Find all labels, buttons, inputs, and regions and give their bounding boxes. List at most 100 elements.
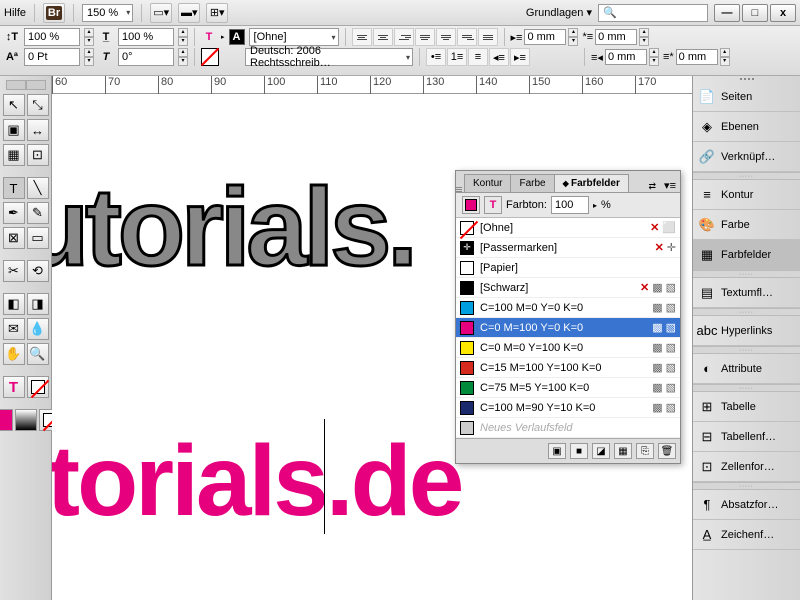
selection-tool[interactable]: ↖ (3, 94, 25, 116)
tool-misc-1[interactable]: ▦ (3, 144, 25, 166)
zoom-tool[interactable]: 🔍 (27, 343, 49, 365)
justify-left-button[interactable] (415, 28, 435, 46)
justify-center-button[interactable] (436, 28, 456, 46)
swatch-row[interactable]: C=0 M=0 Y=100 K=0▩▧ (456, 338, 680, 358)
swatch-footer-button[interactable]: ◪ (592, 443, 610, 459)
no-list-button[interactable]: ≡ (468, 48, 488, 66)
panel-item-ebenen[interactable]: ◈Ebenen (693, 112, 800, 142)
scissors-tool[interactable]: ✂ (3, 260, 25, 282)
justify-all-button[interactable] (478, 28, 498, 46)
swatches-list[interactable]: [Ohne]✕⬜✛[Passermarken]✕✛[Papier][Schwar… (456, 218, 680, 438)
gradient-tool[interactable]: ◧ (3, 293, 25, 315)
pen-tool[interactable]: ✒ (3, 202, 25, 224)
gradient-feather-tool[interactable]: ◨ (27, 293, 49, 315)
panel-expand-arrows[interactable]: ⇄ (645, 181, 661, 192)
panel-item-zellenfor[interactable]: ⊡Zellenfor… (693, 452, 800, 482)
search-input[interactable]: 🔍 (598, 4, 708, 22)
swatch-footer-button[interactable]: ▦ (614, 443, 632, 459)
align-left-button[interactable] (352, 28, 372, 46)
swatch-row[interactable]: C=0 M=100 Y=0 K=0▩▧ (456, 318, 680, 338)
apply-gradient[interactable] (15, 409, 37, 431)
fill-color[interactable] (0, 409, 13, 431)
indent-right-input[interactable]: ≡◂0 mm▴▾ (591, 48, 659, 66)
direct-selection-tool[interactable]: ⤡ (27, 94, 49, 116)
vscale-input[interactable]: 100 % (24, 28, 80, 46)
swatches-panel[interactable]: KonturFarbeFarbfelder ⇄ ▾≡ T Farbton: 10… (455, 170, 681, 464)
outdent-button[interactable]: ◂≡ (489, 48, 509, 66)
pencil-tool[interactable]: ✎ (27, 202, 49, 224)
hscale-input[interactable]: 100 % (118, 28, 174, 46)
panel-item-tabellenf[interactable]: ⊟Tabellenf… (693, 422, 800, 452)
swatch-row[interactable]: C=100 M=90 Y=10 K=0▩▧ (456, 398, 680, 418)
type-tool[interactable]: T (3, 177, 25, 199)
align-right-button[interactable] (394, 28, 414, 46)
maximize-button[interactable]: □ (742, 4, 768, 22)
fill-dropdown[interactable]: [Ohne] (249, 28, 339, 46)
swatch-footer-button[interactable]: ■ (570, 443, 588, 459)
line-tool[interactable]: ╲ (27, 177, 49, 199)
indent-last-input[interactable]: ≡*0 mm▴▾ (663, 48, 730, 66)
skew-input[interactable]: 0° (118, 48, 174, 66)
workspace-dropdown[interactable]: Grundlagen ▾ (526, 6, 592, 19)
fill-formatting-text[interactable]: T (3, 376, 25, 398)
swatch-tab-farbe[interactable]: Farbe (510, 174, 554, 192)
arrange-button[interactable]: ⊞▾ (206, 3, 228, 23)
swatch-tab-farbfelder[interactable]: Farbfelder (554, 174, 629, 192)
baseline-input[interactable]: 0 Pt (24, 48, 80, 66)
note-tool[interactable]: ✉ (3, 318, 25, 340)
swatch-row[interactable]: [Papier] (456, 258, 680, 278)
panel-item-farbfelder[interactable]: ▦Farbfelder (693, 240, 800, 270)
eyedropper-tool[interactable]: 💧 (27, 318, 49, 340)
frame-tool[interactable]: ⊠ (3, 227, 25, 249)
swatch-footer-button[interactable]: 🗑 (658, 443, 676, 459)
panel-item-seiten[interactable]: 📄Seiten (693, 82, 800, 112)
zoom-dropdown[interactable]: 150 % (82, 4, 133, 22)
bullets-button[interactable]: •≡ (426, 48, 446, 66)
help-menu[interactable]: Hilfe (4, 7, 26, 19)
align-center-button[interactable] (373, 28, 393, 46)
numbering-button[interactable]: 1≡ (447, 48, 467, 66)
panel-item-tabelle[interactable]: ⊞Tabelle (693, 392, 800, 422)
swatch-row[interactable]: C=100 M=0 Y=0 K=0▩▧ (456, 298, 680, 318)
swap-fill-stroke[interactable] (27, 376, 49, 398)
text-fill-icon[interactable]: T (201, 29, 217, 45)
fill-proxy[interactable] (462, 196, 480, 214)
panel-item-absatzfor[interactable]: ¶Absatzfor… (693, 490, 800, 520)
horizontal-ruler[interactable]: 60708090100110120130140150160170 (52, 76, 692, 94)
minimize-button[interactable]: — (714, 4, 740, 22)
swatch-row[interactable]: [Ohne]✕⬜ (456, 218, 680, 238)
stroke-swatch[interactable] (201, 48, 219, 66)
panel-item-attribute[interactable]: ◐Attribute (693, 354, 800, 384)
panel-item-verknpf[interactable]: 🔗Verknüpf… (693, 142, 800, 172)
swatch-row[interactable]: ✛[Passermarken]✕✛ (456, 238, 680, 258)
text-object-pink[interactable]: itorials.de (52, 424, 461, 539)
swatch-row[interactable]: C=15 M=100 Y=100 K=0▩▧ (456, 358, 680, 378)
panel-item-farbe[interactable]: 🎨Farbe (693, 210, 800, 240)
indent-button[interactable]: ▸≡ (510, 48, 530, 66)
screen-mode-button[interactable]: ▬▾ (178, 3, 200, 23)
gap-tool[interactable]: ↔ (27, 119, 49, 141)
view-mode-button[interactable]: ▭▾ (150, 3, 172, 23)
swatch-footer-button[interactable]: ⎘ (636, 443, 654, 459)
rectangle-tool[interactable]: ▭ (27, 227, 49, 249)
panel-item-kontur[interactable]: ≡Kontur (693, 180, 800, 210)
tint-input[interactable]: 100 (551, 196, 589, 214)
swatch-tab-kontur[interactable]: Kontur (464, 174, 511, 192)
bridge-button[interactable]: Br (43, 3, 65, 23)
char-color-button[interactable]: A (229, 29, 245, 45)
panel-item-hyperlinks[interactable]: abcHyperlinks (693, 316, 800, 346)
tool-misc-2[interactable]: ⊡ (27, 144, 49, 166)
hand-tool[interactable]: ✋ (3, 343, 25, 365)
panel-menu-button[interactable]: ▾≡ (660, 179, 680, 192)
swatch-row[interactable]: C=75 M=5 Y=100 K=0▩▧ (456, 378, 680, 398)
indent-first-input[interactable]: *≡0 mm▴▾ (582, 28, 649, 46)
language-dropdown[interactable]: Deutsch: 2006 Rechtsschreib… (245, 48, 413, 66)
panel-item-zeichenf[interactable]: A̲Zeichenf… (693, 520, 800, 550)
swatch-footer-button[interactable]: ▣ (548, 443, 566, 459)
page-tool[interactable]: ▣ (3, 119, 25, 141)
panel-item-textumfl[interactable]: ▤Textumfl… (693, 278, 800, 308)
transform-tool[interactable]: ⟲ (27, 260, 49, 282)
indent-left-input[interactable]: ▸≡0 mm▴▾ (511, 28, 579, 46)
justify-right-button[interactable] (457, 28, 477, 46)
text-proxy[interactable]: T (484, 196, 502, 214)
